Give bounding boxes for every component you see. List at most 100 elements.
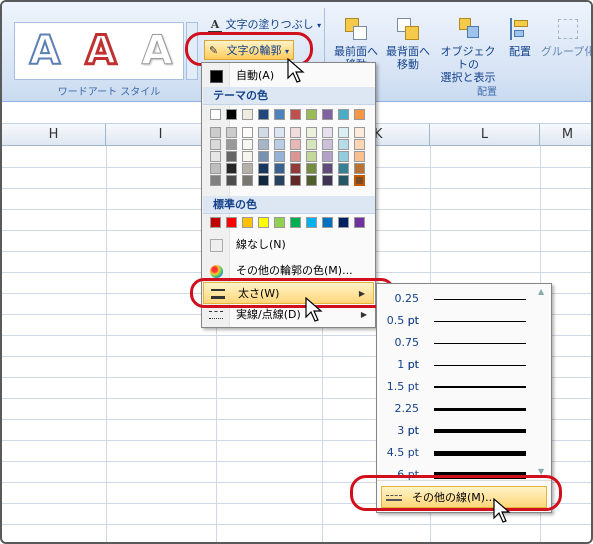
column-header-i[interactable]: I	[106, 124, 216, 146]
column-header-m[interactable]: M	[540, 124, 591, 146]
theme-color-tint-swatch[interactable]	[210, 175, 221, 186]
theme-color-swatch[interactable]	[290, 109, 301, 120]
weight-option[interactable]: 2.25 pt	[377, 398, 537, 437]
theme-color-tint-swatch[interactable]	[274, 127, 285, 138]
weight-option[interactable]: 1.5 pt	[377, 376, 537, 398]
standard-colors-header: 標準の色	[203, 196, 375, 214]
theme-color-tint-swatch[interactable]	[322, 139, 333, 150]
standard-color-swatch[interactable]	[242, 217, 253, 228]
theme-color-tint-swatch[interactable]	[242, 163, 253, 174]
theme-color-tint-swatch[interactable]	[226, 139, 237, 150]
submenu-scrollbar[interactable]: ▲ ▼	[536, 285, 550, 479]
weight-option[interactable]: 4.5 pt	[377, 442, 537, 464]
column-header-h[interactable]: H	[2, 124, 106, 146]
send-to-back-button[interactable]: 最背面へ 移動	[384, 16, 432, 71]
theme-color-tint-swatch[interactable]	[338, 139, 349, 150]
theme-color-tint-swatch[interactable]	[354, 151, 365, 162]
theme-color-tint-swatch[interactable]	[322, 163, 333, 174]
theme-color-swatch[interactable]	[354, 109, 365, 120]
theme-color-tint-swatch[interactable]	[210, 139, 221, 150]
standard-color-swatch[interactable]	[338, 217, 349, 228]
weight-option[interactable]: 3 pt	[377, 420, 537, 442]
theme-color-swatch[interactable]	[338, 109, 349, 120]
theme-color-tint-swatch[interactable]	[258, 139, 269, 150]
theme-color-swatch[interactable]	[258, 109, 269, 120]
theme-color-tint-swatch[interactable]	[242, 127, 253, 138]
no-line-item[interactable]: 線なし(N)	[202, 234, 375, 256]
theme-color-tint-swatch[interactable]	[210, 163, 221, 174]
standard-color-swatch[interactable]	[226, 217, 237, 228]
wordart-style-2[interactable]: A	[77, 27, 125, 76]
theme-color-tint-swatch[interactable]	[258, 151, 269, 162]
standard-color-swatch[interactable]	[274, 217, 285, 228]
align-label: 配置	[509, 45, 531, 58]
theme-color-tint-swatch[interactable]	[322, 175, 333, 186]
theme-color-swatch[interactable]	[242, 109, 253, 120]
group-button[interactable]: グループ化	[540, 16, 591, 58]
weight-option[interactable]: 1 pt	[377, 354, 537, 376]
theme-color-tint-swatch[interactable]	[354, 175, 365, 186]
theme-color-tint-swatch[interactable]	[226, 175, 237, 186]
theme-color-swatch[interactable]	[322, 109, 333, 120]
theme-color-tint-swatch[interactable]	[274, 163, 285, 174]
standard-color-swatch[interactable]	[306, 217, 317, 228]
standard-color-swatch[interactable]	[258, 217, 269, 228]
theme-color-tint-swatch[interactable]	[338, 163, 349, 174]
wordart-style-1[interactable]: A	[21, 27, 69, 75]
theme-color-tint-swatch[interactable]	[226, 151, 237, 162]
theme-color-tint-swatch[interactable]	[338, 151, 349, 162]
theme-color-tint-swatch[interactable]	[242, 175, 253, 186]
weight-option-label: 1 pt	[397, 358, 419, 371]
bring-front-label: 最前面へ	[334, 45, 378, 58]
weight-option[interactable]: 0.25 pt	[377, 288, 537, 327]
theme-color-tint-swatch[interactable]	[242, 139, 253, 150]
theme-color-tint-swatch[interactable]	[306, 151, 317, 162]
theme-color-tint-swatch[interactable]	[226, 127, 237, 138]
theme-color-tint-swatch[interactable]	[290, 163, 301, 174]
theme-color-tint-swatch[interactable]	[306, 175, 317, 186]
weight-line-sample	[434, 321, 526, 322]
align-button[interactable]: 配置	[502, 16, 538, 58]
theme-color-swatch[interactable]	[274, 109, 285, 120]
wordart-style-3[interactable]: A	[133, 27, 181, 75]
theme-color-tint-swatch[interactable]	[290, 139, 301, 150]
theme-color-tint-swatch[interactable]	[290, 175, 301, 186]
theme-color-tint-swatch[interactable]	[322, 127, 333, 138]
weight-option-label: 1.5 pt	[386, 380, 419, 393]
standard-color-swatch[interactable]	[322, 217, 333, 228]
column-header-l[interactable]: L	[430, 124, 540, 146]
theme-color-swatch[interactable]	[226, 109, 237, 120]
theme-color-tint-swatch[interactable]	[322, 151, 333, 162]
theme-color-tint-swatch[interactable]	[242, 151, 253, 162]
theme-color-tint-swatch[interactable]	[306, 163, 317, 174]
theme-color-tint-swatch[interactable]	[354, 139, 365, 150]
theme-color-tint-swatch[interactable]	[274, 175, 285, 186]
theme-color-tint-swatch[interactable]	[290, 151, 301, 162]
theme-color-tint-swatch[interactable]	[274, 139, 285, 150]
theme-color-tint-swatch[interactable]	[306, 127, 317, 138]
theme-color-tint-swatch[interactable]	[258, 175, 269, 186]
theme-color-swatch[interactable]	[306, 109, 317, 120]
theme-color-tint-swatch[interactable]	[338, 127, 349, 138]
theme-color-tint-swatch[interactable]	[226, 163, 237, 174]
selection-pane-button[interactable]: オブジェクトの 選択と表示	[436, 16, 500, 84]
theme-color-tint-swatch[interactable]	[274, 151, 285, 162]
theme-color-swatch[interactable]	[210, 109, 221, 120]
standard-color-swatch[interactable]	[354, 217, 365, 228]
weight-option[interactable]: 0.5 pt	[377, 310, 537, 332]
mouse-cursor-icon	[305, 297, 323, 322]
scroll-up-icon[interactable]: ▲	[538, 287, 544, 296]
theme-color-tint-swatch[interactable]	[258, 127, 269, 138]
theme-color-tint-swatch[interactable]	[306, 139, 317, 150]
weight-option[interactable]: 0.75 pt	[377, 332, 537, 371]
theme-color-tint-swatch[interactable]	[210, 151, 221, 162]
theme-color-tint-swatch[interactable]	[210, 127, 221, 138]
standard-color-swatch[interactable]	[290, 217, 301, 228]
wordart-style-gallery[interactable]: A A A	[14, 22, 184, 80]
theme-color-tint-swatch[interactable]	[338, 175, 349, 186]
theme-color-tint-swatch[interactable]	[354, 127, 365, 138]
theme-color-tint-swatch[interactable]	[258, 163, 269, 174]
theme-color-tint-swatch[interactable]	[354, 163, 365, 174]
theme-color-tint-swatch[interactable]	[290, 127, 301, 138]
standard-color-swatch[interactable]	[210, 217, 221, 228]
